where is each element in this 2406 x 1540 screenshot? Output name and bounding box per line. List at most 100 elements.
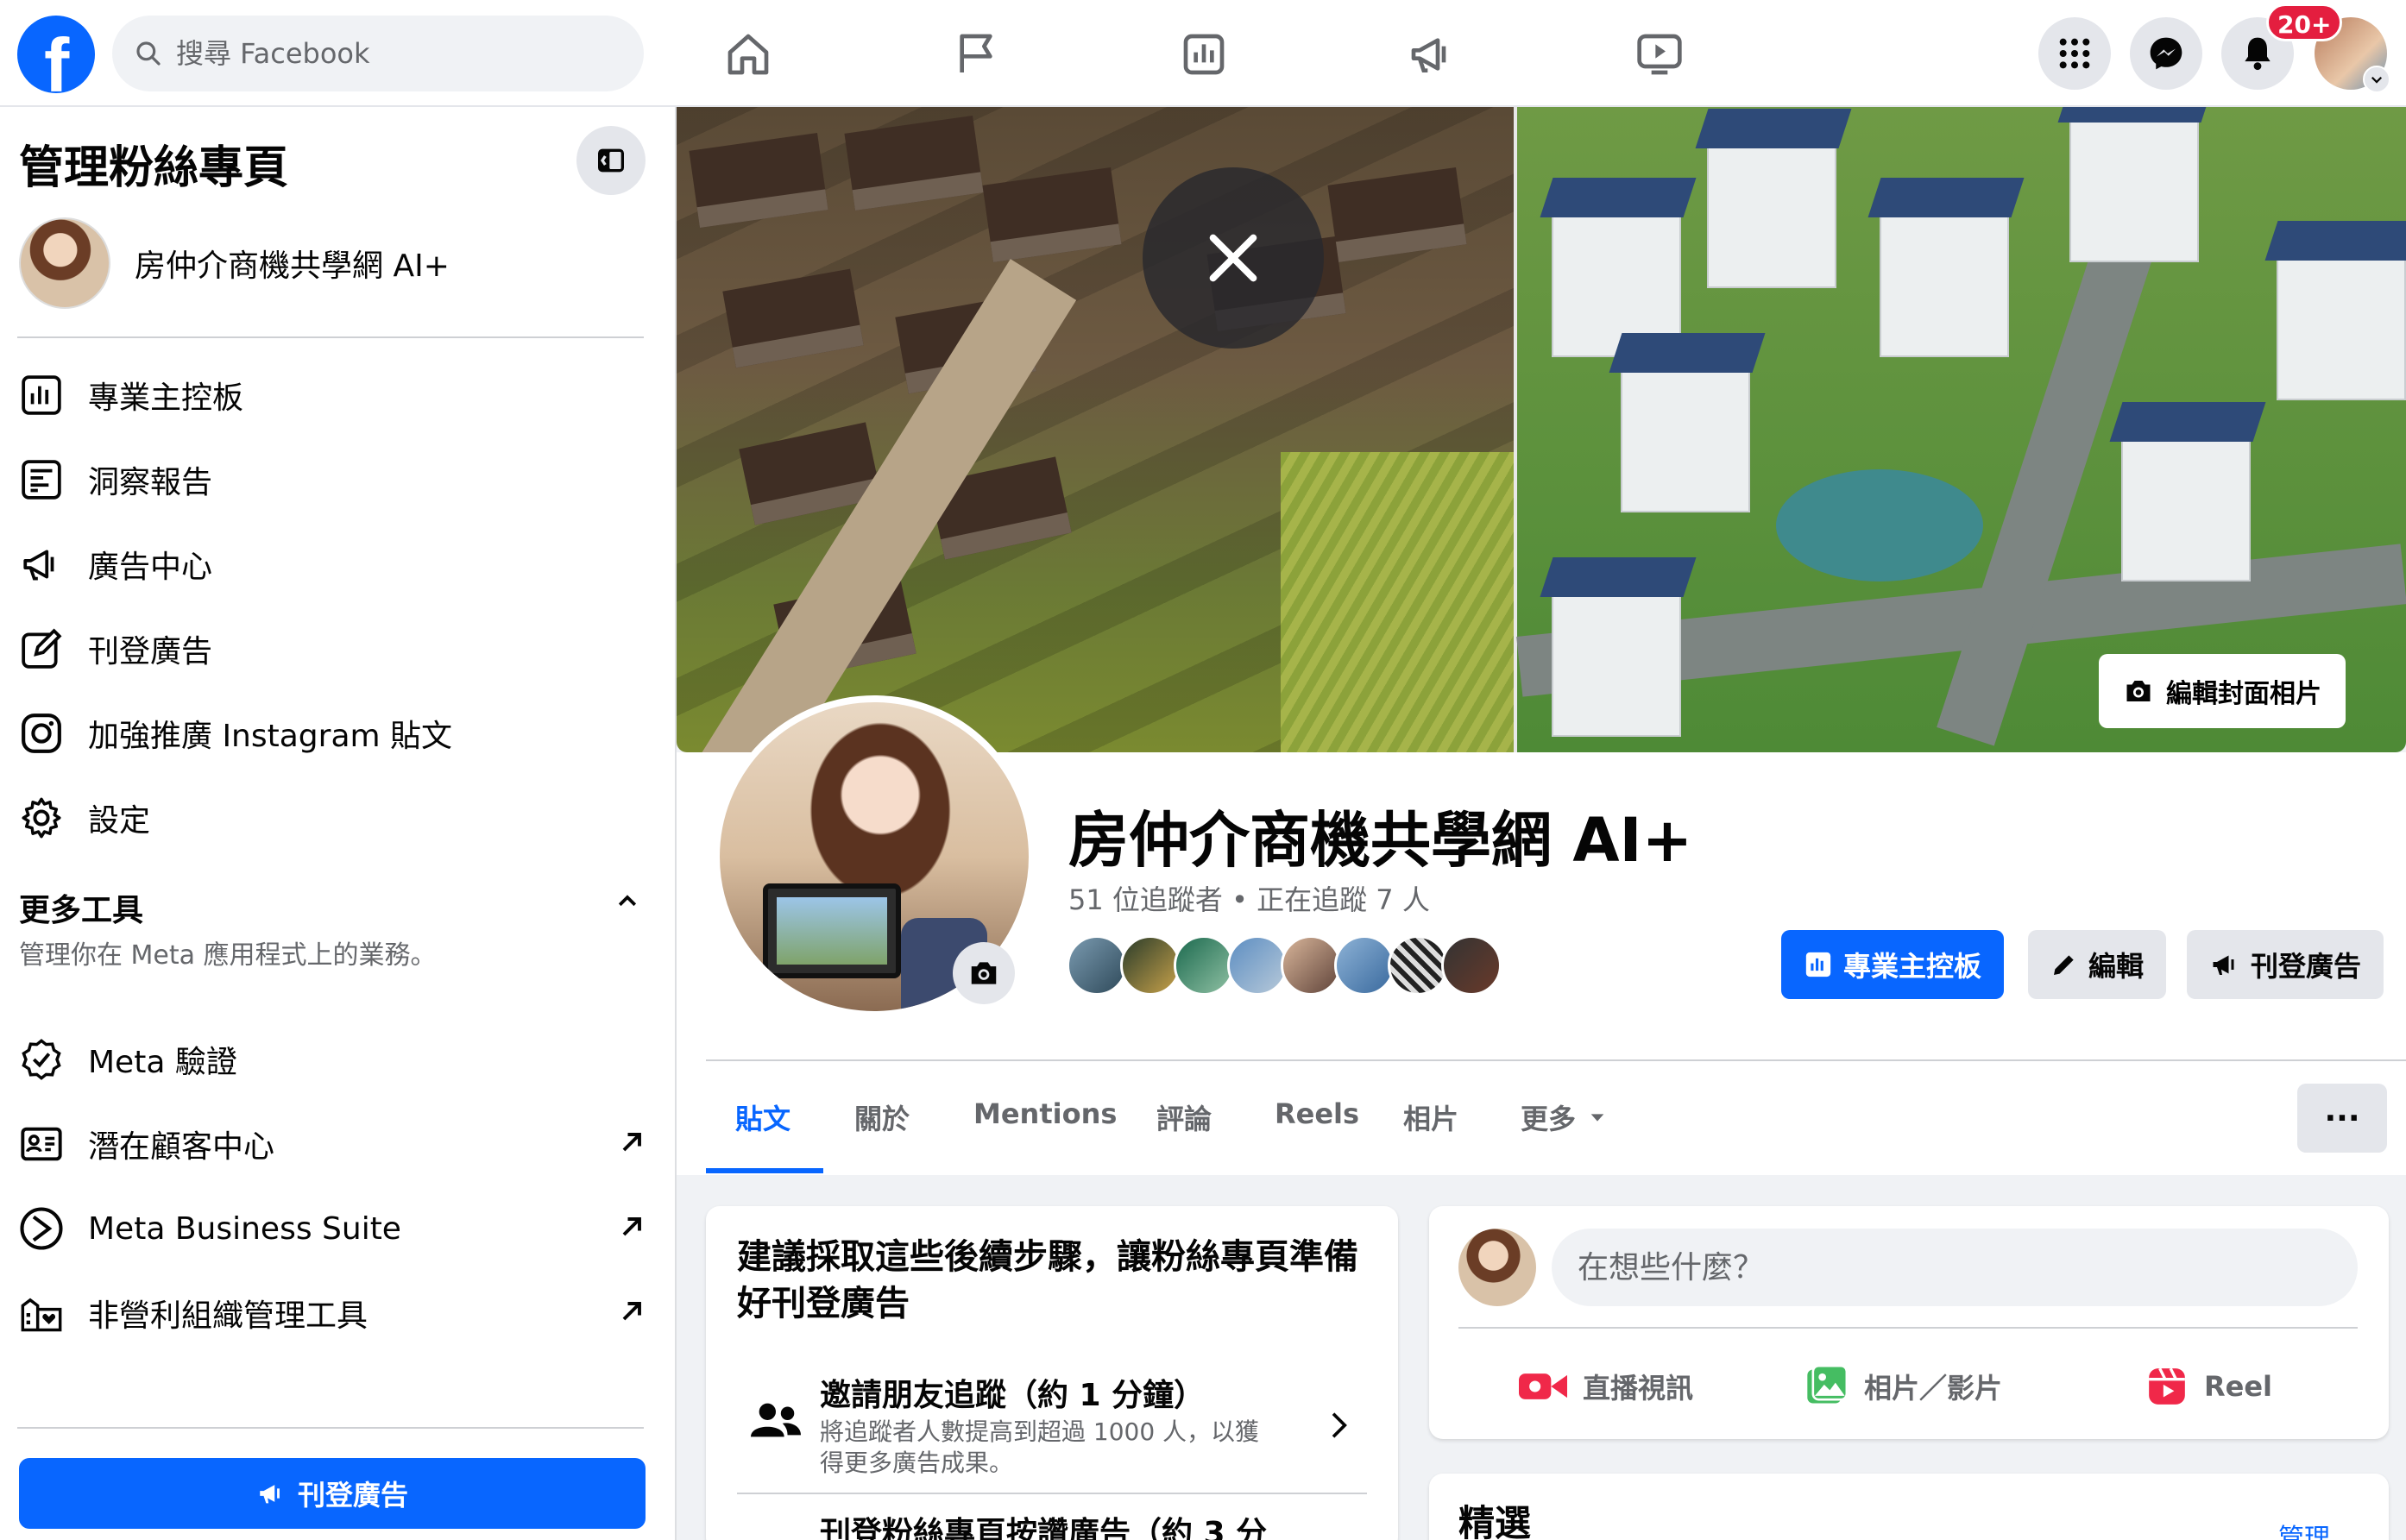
page-name: 房仲介商機共學網 AI+ xyxy=(135,248,450,284)
create-ad-button[interactable]: 刊登廣告 xyxy=(19,1458,646,1529)
current-page-row[interactable]: 房仲介商機共學網 AI+ xyxy=(19,217,450,309)
professional-dashboard-label: 專業主控板 xyxy=(1843,950,1982,983)
search-input[interactable] xyxy=(176,37,590,70)
professional-dashboard-button[interactable]: 專業主控板 xyxy=(1781,930,2005,999)
advertise-button[interactable]: 刊登廣告 xyxy=(2187,930,2384,999)
step-invite-open-button[interactable] xyxy=(1320,1408,1355,1443)
notification-badge: 20+ xyxy=(2266,3,2343,41)
nav-dashboard[interactable] xyxy=(1174,24,1234,85)
verified-icon xyxy=(22,1039,61,1080)
manage-page-sidebar: 管理粉絲專頁 房仲介商機共學網 AI+ 專業主控板 洞察報告 廣告中心 刊登廣告… xyxy=(0,107,677,1540)
featured-manage-link[interactable]: 管理 xyxy=(2278,1517,2330,1540)
external-link-icon xyxy=(622,1302,641,1321)
edit-page-button[interactable]: 編輯 xyxy=(2028,930,2167,999)
tab-reviews[interactable]: 評論 xyxy=(1156,1097,1212,1137)
cover-left-village-image xyxy=(677,107,1540,752)
sidebar-item-business-suite[interactable]: Meta Business Suite xyxy=(17,1194,647,1263)
sidebar-item-create-ad[interactable]: 刊登廣告 xyxy=(17,614,647,683)
follower-avatar[interactable] xyxy=(1174,935,1234,996)
close-overlay-button[interactable] xyxy=(1143,167,1324,349)
follower-avatar[interactable] xyxy=(1281,935,1341,996)
update-profile-picture-button[interactable] xyxy=(953,942,1015,1004)
nav-pages[interactable] xyxy=(946,24,1006,85)
external-link-icon xyxy=(622,1217,641,1236)
follower-avatar[interactable] xyxy=(1334,935,1395,996)
follower-avatar[interactable] xyxy=(1388,935,1448,996)
people-icon xyxy=(751,1403,801,1437)
sidebar-item-label: 加強推廣 Instagram 貼文 xyxy=(88,719,453,754)
facebook-logo[interactable]: f xyxy=(17,16,95,93)
more-options-button[interactable]: ··· xyxy=(2297,1084,2387,1153)
reel-label: Reel xyxy=(2204,1370,2273,1403)
sidebar-item-meta-verified[interactable]: Meta 驗證 xyxy=(17,1025,647,1094)
camera-icon xyxy=(2126,681,2151,701)
nonprofit-icon xyxy=(21,1298,62,1332)
dashboard-icon xyxy=(1805,952,1831,977)
sidebar-item-label: 專業主控板 xyxy=(88,380,244,416)
edit-cover-photo-button[interactable]: 編輯封面相片 xyxy=(2099,654,2346,728)
featured-title: 精選 xyxy=(1458,1502,1532,1540)
composer-input[interactable] xyxy=(1552,1229,2358,1306)
sidebar-item-insights[interactable]: 洞察報告 xyxy=(17,445,647,514)
bell-icon xyxy=(2245,37,2271,71)
sidebar-item-settings[interactable]: 設定 xyxy=(17,783,647,852)
collapse-more-tools-button[interactable] xyxy=(614,889,640,915)
sidebar-item-label: 潛在顧客中心 xyxy=(88,1129,275,1165)
card-title: 建議採取這些後續步驟，讓粉絲專頁準備好刊登廣告 xyxy=(737,1237,1358,1323)
follower-stats[interactable]: 51 位追蹤者 • 正在追蹤 7 人 xyxy=(1068,878,1430,918)
live-video-icon xyxy=(1519,1373,1567,1399)
follower-avatars[interactable] xyxy=(1067,935,1502,996)
follower-avatar[interactable] xyxy=(1067,935,1127,996)
sidebar-item-dashboard[interactable]: 專業主控板 xyxy=(17,361,647,430)
nav-video[interactable] xyxy=(1629,24,1690,85)
chevron-right-icon xyxy=(1332,1412,1347,1438)
divider xyxy=(706,1059,2406,1061)
tab-more[interactable]: 更多 xyxy=(1521,1097,1607,1137)
tab-photos[interactable]: 相片 xyxy=(1403,1097,1458,1137)
collapse-sidebar-button[interactable] xyxy=(576,126,646,195)
dashboard-icon xyxy=(22,375,61,415)
search-box[interactable] xyxy=(112,16,644,91)
top-navigation-bar: f 20+ xyxy=(0,0,2406,107)
step-like-ad-title[interactable]: 刊登粉絲專頁按讚廣告（約 3 分 xyxy=(820,1508,1267,1540)
follower-avatar[interactable] xyxy=(1120,935,1181,996)
sidebar-item-boost-instagram[interactable]: 加強推廣 Instagram 貼文 xyxy=(17,699,647,768)
insights-icon xyxy=(22,460,61,500)
sidebar-item-label: 洞察報告 xyxy=(88,465,213,500)
reel-button[interactable]: Reel xyxy=(2145,1356,2272,1417)
step-invite-title[interactable]: 邀請朋友追蹤（約 1 分鐘） xyxy=(820,1370,1205,1415)
pencil-icon xyxy=(2054,955,2074,975)
tab-reels[interactable]: Reels xyxy=(1275,1097,1359,1130)
menu-button[interactable] xyxy=(2038,17,2111,90)
flag-icon xyxy=(960,34,992,72)
chevron-up-icon xyxy=(618,895,637,907)
tab-posts[interactable]: 貼文 xyxy=(735,1097,790,1137)
follower-avatar[interactable] xyxy=(1227,935,1288,996)
instagram-icon xyxy=(22,713,61,753)
live-video-button[interactable]: 直播視訊 xyxy=(1519,1356,1693,1417)
nav-ads[interactable] xyxy=(1401,24,1462,85)
sidebar-item-nonprofit-tools[interactable]: 非營利組織管理工具 xyxy=(17,1279,647,1348)
composer-avatar[interactable] xyxy=(1458,1229,1536,1306)
tab-mentions[interactable]: Mentions xyxy=(973,1097,1117,1130)
sidebar-item-label: Meta Business Suite xyxy=(88,1210,401,1247)
nav-home[interactable] xyxy=(718,24,778,85)
follower-avatar[interactable] xyxy=(1441,935,1502,996)
messenger-button[interactable] xyxy=(2130,17,2202,90)
sidebar-item-ad-center[interactable]: 廣告中心 xyxy=(17,530,647,599)
sidebar-item-leads-center[interactable]: 潛在顧客中心 xyxy=(17,1109,647,1179)
divider xyxy=(17,1427,644,1429)
grid-menu-icon xyxy=(2059,38,2090,69)
account-menu-button[interactable] xyxy=(2363,66,2390,93)
gear-icon xyxy=(22,797,61,839)
cover-photo[interactable]: 編輯封面相片 xyxy=(677,107,2406,752)
divider xyxy=(17,336,644,338)
bar-chart-icon xyxy=(1183,34,1225,75)
sidebar-item-label: 設定 xyxy=(88,803,151,839)
step-invite-icon-wrap xyxy=(751,1399,801,1441)
photo-video-button[interactable]: 相片／影片 xyxy=(1804,1356,2002,1417)
sidebar-item-label: Meta 驗證 xyxy=(88,1045,237,1080)
tab-about[interactable]: 關於 xyxy=(854,1097,910,1137)
divider xyxy=(1458,1327,2358,1329)
tab-more-label: 更多 xyxy=(1521,1103,1577,1135)
